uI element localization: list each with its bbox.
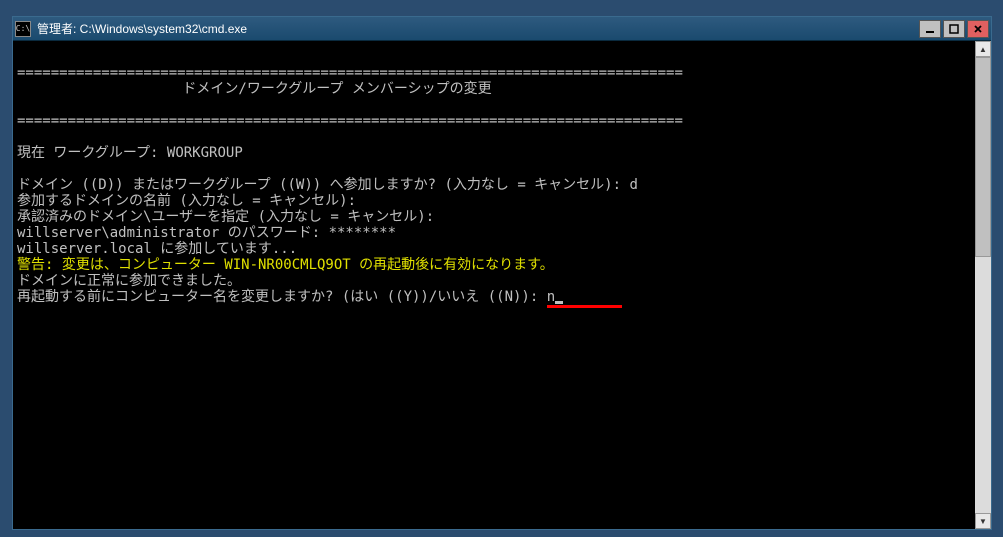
success-line: ドメインに正常に参加できました。 <box>17 273 241 289</box>
divider-line: ========================================… <box>17 65 683 81</box>
joining-line: willserver.local に参加しています... <box>17 241 297 257</box>
divider-line: ========================================… <box>17 113 683 129</box>
rename-prompt-line: 再起動する前にコンピューター名を変更しますか? (はい ((Y))/いいえ ((… <box>17 289 622 305</box>
cmd-icon: C:\ <box>15 21 31 37</box>
current-workgroup-line: 現在 ワークグループ: WORKGROUP <box>17 145 243 161</box>
console-area[interactable]: ========================================… <box>13 41 975 529</box>
auth-user-prompt-line: 承認済みのドメイン\ユーザーを指定 (入力なし = キャンセル): <box>17 209 434 225</box>
window-title: 管理者: C:\Windows\system32\cmd.exe <box>37 20 919 37</box>
cursor <box>555 301 563 304</box>
scroll-up-button[interactable]: ▲ <box>975 41 991 57</box>
cmd-window: C:\ 管理者: C:\Windows\system32\cmd.exe ===… <box>12 16 992 530</box>
password-prompt-line: willserver\administrator のパスワード: *******… <box>17 225 396 241</box>
close-button[interactable] <box>967 20 989 38</box>
titlebar[interactable]: C:\ 管理者: C:\Windows\system32\cmd.exe <box>13 17 991 41</box>
user-input-underlined: n <box>547 289 622 308</box>
scroll-down-button[interactable]: ▼ <box>975 513 991 529</box>
join-prompt-line: ドメイン ((D)) またはワークグループ ((W)) へ参加しますか? (入力… <box>17 177 638 193</box>
window-controls <box>919 20 989 38</box>
scroll-thumb[interactable] <box>975 57 991 257</box>
minimize-button[interactable] <box>919 20 941 38</box>
section-heading: ドメイン/ワークグループ メンバーシップの変更 <box>17 81 657 97</box>
maximize-button[interactable] <box>943 20 965 38</box>
warning-line: 警告: 変更は、コンピューター WIN-NR00CMLQ9OT の再起動後に有効… <box>17 257 554 273</box>
domain-name-prompt-line: 参加するドメインの名前 (入力なし = キャンセル): <box>17 193 356 209</box>
vertical-scrollbar[interactable]: ▲ ▼ <box>975 41 991 529</box>
